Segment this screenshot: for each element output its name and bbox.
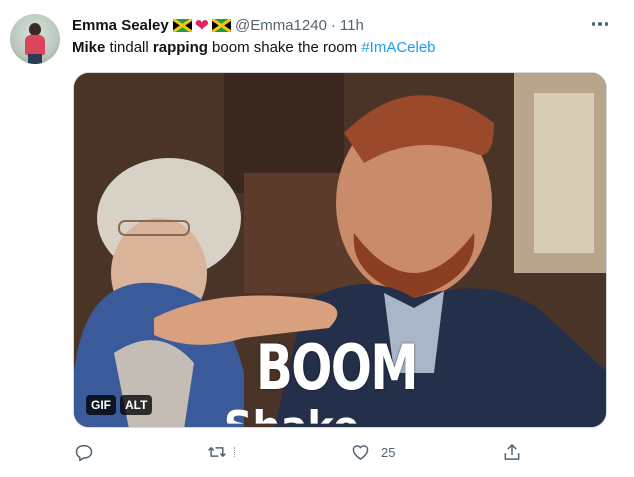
author-handle[interactable]: @Emma1240 — [235, 17, 327, 34]
like-button[interactable]: 25 — [350, 440, 395, 464]
media-badges: GIF ALT — [86, 395, 153, 415]
text-segment: boom shake the room — [207, 39, 362, 56]
jamaica-flag-icon — [211, 18, 231, 32]
alt-badge[interactable]: ALT — [120, 395, 153, 415]
gif-media[interactable]: BOOM Shake GIF ALT — [73, 72, 607, 428]
timestamp[interactable]: 11h — [340, 17, 364, 34]
share-icon — [504, 444, 520, 460]
separator-dot: · — [330, 16, 336, 34]
avatar-torso — [25, 35, 45, 55]
author-name[interactable]: Emma Sealey — [72, 17, 169, 34]
retweet-icon — [208, 447, 226, 457]
red-heart-icon: ❤ — [194, 15, 209, 35]
reply-icon — [75, 445, 93, 462]
jamaica-flag-icon — [172, 18, 192, 32]
text-segment: tindall — [105, 39, 153, 56]
avatar[interactable] — [10, 14, 60, 64]
more-options-icon[interactable] — [588, 14, 612, 34]
retweet-count-placeholder — [234, 447, 240, 457]
hashtag-link[interactable]: #ImACeleb — [361, 39, 435, 56]
tweet[interactable]: Emma Sealey ❤ @Emma1240 · 11h Mike tinda… — [0, 0, 634, 477]
name-emoji: ❤ — [172, 15, 231, 35]
reply-button[interactable] — [74, 440, 94, 464]
tweet-actions: 25 — [72, 440, 532, 464]
gif-caption: BOOM — [256, 331, 419, 404]
tweet-text: Mike tindall rapping boom shake the room… — [72, 38, 436, 58]
tweet-header: Emma Sealey ❤ @Emma1240 · 11h — [72, 14, 364, 36]
gif-badge[interactable]: GIF — [86, 395, 116, 415]
text-bold-rapping: rapping — [152, 39, 208, 56]
avatar-legs — [28, 54, 42, 64]
text-bold-mike: Mike — [72, 39, 106, 56]
heart-icon — [352, 445, 369, 460]
retweet-button[interactable] — [206, 440, 240, 464]
like-count: 25 — [381, 444, 396, 460]
share-button[interactable] — [502, 440, 522, 464]
